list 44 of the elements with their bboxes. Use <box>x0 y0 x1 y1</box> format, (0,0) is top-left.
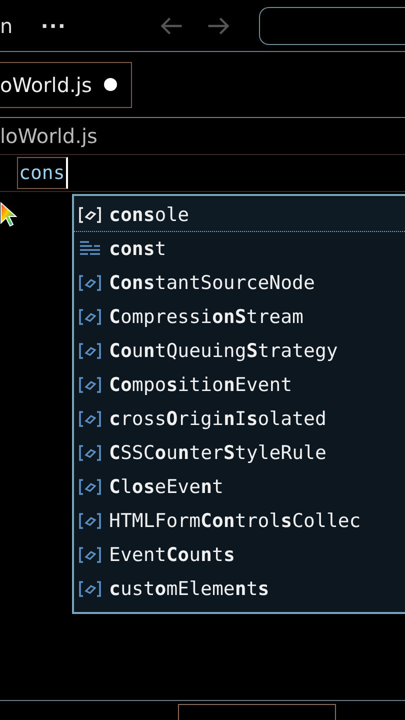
variable-icon <box>79 410 101 428</box>
menu-item[interactable]: n <box>0 14 13 38</box>
mouse-pointer-icon <box>0 202 20 228</box>
search-field[interactable] <box>258 6 405 44</box>
suggestion-item[interactable]: crossOriginIsolated <box>74 402 405 436</box>
suggestion-label: CompositionEvent <box>109 374 292 396</box>
suggestion-label: crossOriginIsolated <box>109 408 326 430</box>
suggestion-item[interactable]: CompressionStream <box>74 300 405 334</box>
variable-icon <box>79 546 101 564</box>
suggestion-item[interactable]: ConstantSourceNode <box>74 266 405 300</box>
suggestion-item[interactable]: CompositionEvent <box>74 368 405 402</box>
suggestion-label: customElements <box>109 578 270 600</box>
suggestion-item[interactable]: const <box>74 232 405 266</box>
code-text[interactable]: cons <box>17 157 68 189</box>
suggestion-item[interactable]: customElements <box>74 572 405 606</box>
variable-icon <box>79 376 101 394</box>
suggestion-item[interactable]: EventCounts <box>74 538 405 572</box>
more-button[interactable]: ··· <box>40 14 159 38</box>
suggestion-label: HTMLFormControlsCollec <box>109 510 361 532</box>
variable-icon <box>79 512 101 530</box>
suggestion-label: CloseEvent <box>109 476 224 498</box>
variable-icon <box>79 274 101 292</box>
suggestion-item[interactable]: HTMLFormControlsCollec <box>74 504 405 538</box>
variable-icon <box>79 308 101 326</box>
editor-tab[interactable]: oWorld.js <box>0 62 132 108</box>
suggestion-label: const <box>109 238 166 260</box>
variable-icon <box>79 342 101 360</box>
suggestion-item[interactable]: CountQueuingStrategy <box>74 334 405 368</box>
variable-icon <box>79 478 101 496</box>
snippet-icon <box>79 240 101 258</box>
variable-icon <box>79 580 101 598</box>
suggestion-label: CompressionStream <box>109 306 304 328</box>
modified-dot-icon <box>104 78 117 91</box>
suggestion-label: EventCounts <box>109 544 235 566</box>
suggestion-label: CSSCounterStyleRule <box>109 442 326 464</box>
variable-icon <box>79 444 101 462</box>
variable-icon <box>79 206 101 224</box>
suggestion-item[interactable]: CloseEvent <box>74 470 405 504</box>
suggestion-label: CountQueuingStrategy <box>109 340 338 362</box>
suggestion-label: ConstantSourceNode <box>109 272 315 294</box>
suggestion-item[interactable]: console <box>74 198 405 232</box>
suggestion-label: console <box>109 204 190 226</box>
suggestion-item[interactable]: CSSCounterStyleRule <box>74 436 405 470</box>
breadcrumb[interactable]: loWorld.js <box>0 124 98 148</box>
